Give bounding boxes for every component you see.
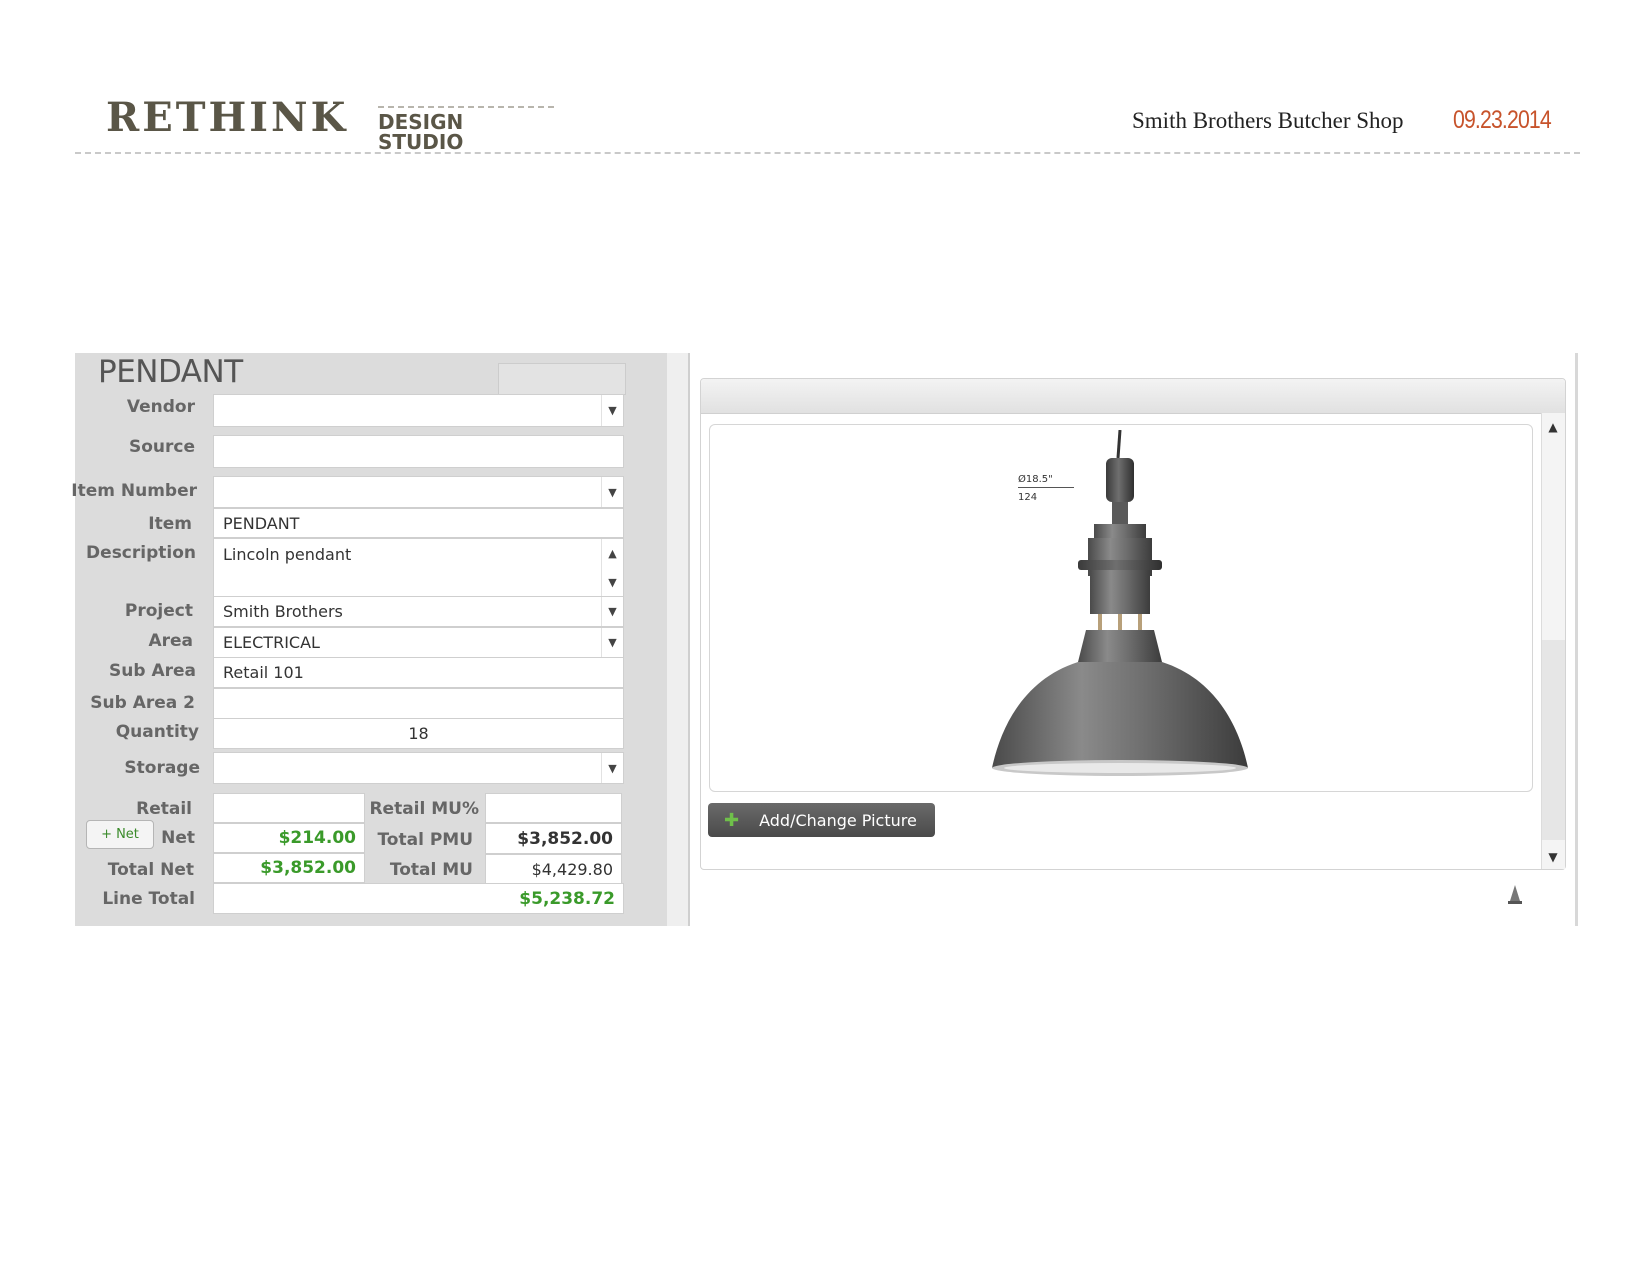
image-panel-header: [701, 379, 1565, 414]
add-change-picture-label: Add/Change Picture: [759, 810, 917, 830]
total-mu-field: $4,429.80: [485, 854, 622, 884]
add-change-picture-button[interactable]: ✚ Add/Change Picture: [708, 803, 935, 837]
description-scroll-up-icon[interactable]: ▲: [601, 539, 623, 568]
sub-area-2-field[interactable]: [213, 688, 624, 719]
retail-field[interactable]: [213, 793, 365, 823]
retail-label: Retail: [136, 799, 192, 819]
header-divider: [75, 152, 1580, 154]
description-scroll-down-icon[interactable]: ▼: [601, 568, 623, 597]
brand-logo-subtitle: DESIGN STUDIO: [378, 106, 554, 152]
item-field[interactable]: PENDANT: [213, 508, 624, 538]
vendor-select[interactable]: [213, 394, 624, 427]
panel-gutter: [667, 353, 689, 926]
sub-area-2-label: Sub Area 2: [90, 693, 195, 713]
right-panel-edge: [1575, 353, 1578, 926]
source-label: Source: [128, 437, 195, 457]
total-pmu-label: Total PMU: [377, 830, 473, 850]
area-dropdown-icon[interactable]: ▼: [601, 628, 623, 657]
description-label: Description: [86, 543, 196, 563]
project-date: 09.23.2014: [1453, 106, 1552, 134]
total-pmu-field: $3,852.00: [485, 823, 622, 854]
project-name: Smith Brothers Butcher Shop: [1132, 108, 1404, 133]
project-dropdown-icon[interactable]: ▼: [601, 597, 623, 626]
sub-area-field[interactable]: Retail 101: [213, 657, 624, 688]
storage-label: Storage: [124, 758, 200, 778]
line-total-label: Line Total: [102, 889, 195, 909]
quantity-label: Quantity: [115, 722, 199, 742]
storage-dropdown-icon[interactable]: ▼: [601, 753, 623, 783]
project-select[interactable]: Smith Brothers: [213, 596, 624, 627]
total-net-label: Total Net: [107, 860, 194, 880]
item-number-label: Item Number: [71, 481, 197, 501]
panel-divider: [688, 353, 690, 926]
description-textarea[interactable]: Lincoln pendant: [213, 538, 624, 598]
form-title: PENDANT: [98, 354, 243, 390]
total-mu-label: Total MU: [389, 860, 473, 880]
resize-handle-icon[interactable]: [1506, 884, 1524, 906]
vendor-dropdown-icon[interactable]: ▼: [601, 395, 623, 426]
source-field[interactable]: [213, 435, 624, 468]
scroll-up-icon[interactable]: ▲: [1541, 416, 1565, 438]
retail-mu-pct-field[interactable]: [485, 793, 622, 823]
add-net-button[interactable]: + Net: [86, 820, 154, 849]
dimension-diameter: Ø18.5": [1018, 474, 1074, 488]
quantity-field[interactable]: 18: [213, 718, 624, 749]
vendor-label: Vendor: [126, 397, 195, 417]
project-label: Project: [124, 601, 193, 621]
dimension-code: 124: [1018, 492, 1038, 503]
title-field[interactable]: [498, 363, 626, 395]
item-label: Item: [148, 514, 192, 534]
net-label: Net: [161, 828, 195, 848]
retail-mu-pct-label: Retail MU%: [369, 799, 479, 819]
scrollbar-thumb[interactable]: [1542, 640, 1565, 840]
brand-logo: RETHINK: [106, 94, 349, 141]
sub-area-label: Sub Area: [109, 661, 196, 681]
plus-icon: ✚: [724, 809, 740, 831]
area-label: Area: [148, 631, 193, 651]
scroll-down-icon[interactable]: ▼: [1541, 846, 1565, 868]
total-net-field: $3,852.00: [213, 853, 365, 883]
item-number-dropdown-icon[interactable]: ▼: [601, 477, 623, 507]
line-total-field: $5,238.72: [213, 883, 624, 914]
storage-select[interactable]: [213, 752, 624, 784]
net-field[interactable]: $214.00: [213, 823, 365, 853]
area-select[interactable]: ELECTRICAL: [213, 627, 624, 658]
item-number-select[interactable]: [213, 476, 624, 508]
